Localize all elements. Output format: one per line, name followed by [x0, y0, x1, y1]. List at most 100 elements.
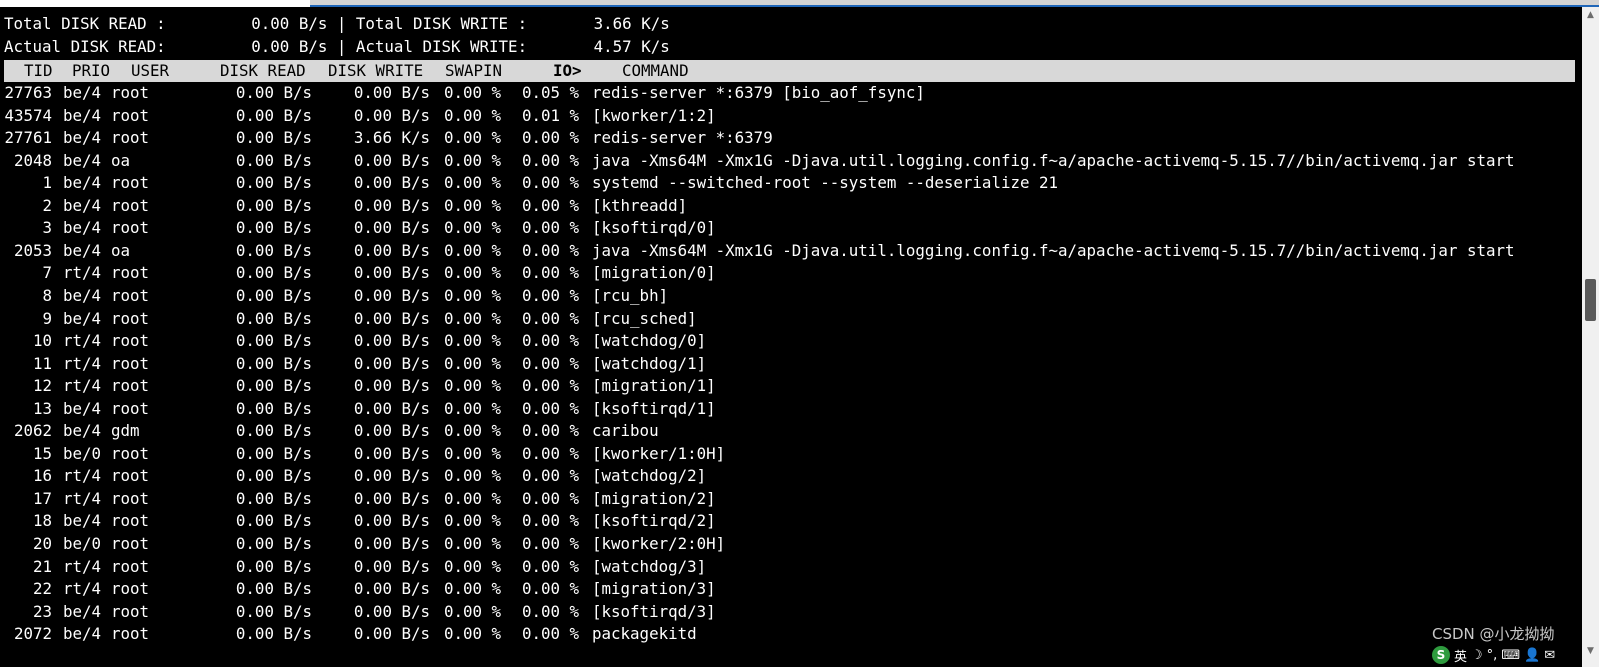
row-swapin: 0.00 % — [444, 579, 502, 599]
row-tid: 17 — [32, 488, 52, 508]
row-command: [watchdog/3] — [592, 556, 707, 576]
actual-disk-io-summary: Actual DISK READ: 0.00 B/s | Actual DISK… — [4, 37, 670, 56]
row-tid: 20 — [32, 534, 52, 553]
row-io: 0.00 % — [522, 398, 580, 418]
col-header-prio[interactable]: PRIO — [72, 60, 110, 82]
row-io: 0.00 % — [522, 240, 580, 260]
row-swapin: 0.00 % — [444, 240, 502, 260]
ime-punctuation-icon[interactable]: °, — [1487, 648, 1498, 663]
row-tid: 22 — [32, 579, 52, 599]
row-disk-write: 0.00 B/s — [353, 263, 430, 283]
row-user: gdm — [111, 421, 140, 441]
ime-language-toggle[interactable]: 英 — [1454, 646, 1467, 665]
ime-keyboard-icon[interactable]: ⌨ — [1501, 648, 1520, 663]
row-disk-read: 0.00 B/s — [235, 195, 312, 215]
row-io: 0.01 % — [522, 105, 580, 125]
row-command: [kworker/1:2] — [592, 105, 716, 125]
col-header-user[interactable]: USER — [131, 60, 169, 82]
row-io: 0.00 % — [522, 263, 580, 283]
row-command: java -Xms64M -Xmx1G -Djava.util.logging.… — [592, 150, 1515, 170]
row-disk-write: 0.00 B/s — [353, 195, 430, 215]
sogou-ime-logo-icon[interactable]: S — [1432, 646, 1450, 664]
row-disk-read: 0.00 B/s — [235, 443, 312, 463]
vertical-scrollbar[interactable]: ▲ ▼ — [1582, 7, 1599, 667]
row-prio: rt/4 — [63, 331, 102, 351]
row-user: root — [111, 331, 150, 351]
row-swapin: 0.00 % — [444, 398, 502, 418]
row-disk-read: 0.00 B/s — [235, 511, 312, 531]
row-user: root — [111, 128, 150, 148]
ime-skin-icon[interactable]: ✉ — [1544, 648, 1555, 663]
ime-user-icon[interactable]: 👤 — [1524, 648, 1540, 663]
row-user: root — [111, 218, 150, 238]
row-disk-write: 0.00 B/s — [353, 331, 430, 351]
row-command: [rcu_sched] — [592, 308, 697, 328]
row-swapin: 0.00 % — [444, 511, 502, 531]
row-command: redis-server *:6379 — [592, 128, 773, 148]
row-disk-write: 0.00 B/s — [353, 601, 430, 621]
row-disk-write: 0.00 B/s — [353, 579, 430, 599]
row-prio: be/4 — [63, 105, 102, 125]
row-tid: 10 — [32, 331, 52, 351]
row-io: 0.00 % — [522, 624, 580, 644]
row-prio: be/4 — [63, 128, 102, 148]
ime-moon-icon[interactable]: ☽ — [1471, 648, 1483, 663]
row-prio: be/4 — [63, 218, 102, 238]
row-swapin: 0.00 % — [444, 263, 502, 283]
col-header-tid[interactable]: TID — [24, 60, 53, 82]
row-swapin: 0.00 % — [444, 624, 502, 644]
row-disk-write: 0.00 B/s — [353, 556, 430, 576]
col-header-command[interactable]: COMMAND — [622, 60, 689, 82]
col-header-disk-write[interactable]: DISK WRITE — [328, 60, 423, 82]
row-command: [ksoftirqd/1] — [592, 398, 716, 418]
row-tid: 8 — [42, 286, 52, 305]
row-command: [watchdog/1] — [592, 353, 707, 373]
row-disk-write: 0.00 B/s — [353, 511, 430, 531]
row-command: [kworker/1:0H] — [592, 443, 726, 463]
row-user: root — [111, 195, 150, 215]
row-disk-write: 0.00 B/s — [353, 488, 430, 508]
row-prio: be/4 — [63, 308, 102, 328]
row-tid: 2072 — [13, 624, 52, 644]
ime-toolbar[interactable]: S 英 ☽ °, ⌨ 👤 ✉ — [1432, 643, 1582, 667]
row-swapin: 0.00 % — [444, 466, 502, 486]
row-io: 0.00 % — [522, 421, 580, 441]
row-disk-read: 0.00 B/s — [235, 466, 312, 486]
scroll-thumb[interactable] — [1585, 279, 1596, 321]
row-command: [ksoftirqd/3] — [592, 601, 716, 621]
row-command: caribou — [592, 421, 659, 441]
row-prio: rt/4 — [63, 353, 102, 373]
row-user: root — [111, 511, 150, 531]
scroll-up-arrow-icon[interactable]: ▲ — [1586, 11, 1595, 20]
row-command: packagekitd — [592, 624, 697, 644]
row-prio: be/4 — [63, 195, 102, 215]
row-io: 0.00 % — [522, 376, 580, 396]
row-io: 0.00 % — [522, 128, 580, 148]
row-user: root — [111, 556, 150, 576]
scroll-down-arrow-icon[interactable]: ▼ — [1586, 647, 1595, 656]
col-header-io-sorted[interactable]: IO> — [553, 60, 582, 82]
row-tid: 16 — [32, 466, 52, 486]
row-disk-read: 0.00 B/s — [235, 286, 312, 305]
row-user: oa — [111, 150, 131, 170]
col-header-swapin[interactable]: SWAPIN — [445, 60, 502, 82]
row-io: 0.00 % — [522, 308, 580, 328]
row-io: 0.00 % — [522, 488, 580, 508]
row-user: root — [111, 579, 150, 599]
col-header-disk-read[interactable]: DISK READ — [220, 60, 306, 82]
row-swapin: 0.00 % — [444, 331, 502, 351]
row-tid: 7 — [42, 263, 52, 283]
row-io: 0.00 % — [522, 286, 580, 305]
row-prio: rt/4 — [63, 488, 102, 508]
row-swapin: 0.00 % — [444, 195, 502, 215]
active-tab[interactable] — [0, 0, 310, 7]
row-command: [ksoftirqd/2] — [592, 511, 716, 531]
row-disk-write: 0.00 B/s — [353, 353, 430, 373]
row-user: root — [111, 353, 150, 373]
row-command: [migration/1] — [592, 376, 716, 396]
row-prio: be/4 — [63, 398, 102, 418]
row-disk-write: 0.00 B/s — [353, 398, 430, 418]
row-tid: 2 — [42, 195, 52, 215]
row-tid: 11 — [32, 353, 52, 373]
row-disk-read: 0.00 B/s — [235, 308, 312, 328]
